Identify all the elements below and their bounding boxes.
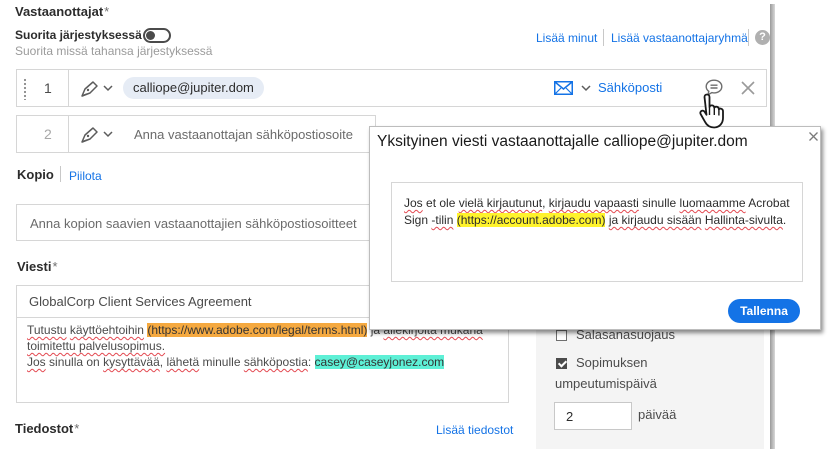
sequence-toggle[interactable]: [143, 28, 171, 43]
recipient-number: 2: [44, 126, 52, 142]
recipient-number: 1: [44, 80, 52, 96]
cc-email-input[interactable]: Anna kopion saavien vastaanottajien sähk…: [16, 204, 376, 241]
save-button[interactable]: Tallenna: [728, 299, 800, 323]
private-message-text: Jos et ole vielä kirjautunut, kirjaudu v…: [404, 196, 790, 227]
recipient-row-1: 1 calliope@jupiter.dom Sähköposti: [16, 69, 767, 107]
expiry-checkbox[interactable]: [556, 358, 567, 369]
email-envelope-icon[interactable]: [554, 81, 573, 95]
close-icon[interactable]: [808, 131, 819, 142]
recipient-row-2: 2 Anna vastaanottajan sähköpostiosoite: [16, 115, 376, 153]
options-panel: Salasanasuojaus Sopimuksen umpeutumispäi…: [536, 318, 764, 449]
agreement-name: GlobalCorp Client Services Agreement: [29, 294, 252, 309]
expiry-label-line2: umpeutumispäivä: [555, 376, 657, 391]
chevron-down-icon[interactable]: [581, 83, 591, 93]
cc-title: Kopio: [17, 167, 54, 182]
recipient-email-chip[interactable]: calliope@jupiter.dom: [123, 77, 264, 99]
divider: [603, 29, 604, 46]
private-message-textarea[interactable]: Jos et ole vielä kirjautunut, kirjaudu v…: [391, 182, 803, 282]
divider: [748, 29, 749, 46]
recipient-email-input[interactable]: Anna vastaanottajan sähköpostiosoite: [134, 127, 353, 142]
add-files-link[interactable]: Lisää tiedostot: [436, 423, 513, 437]
days-unit-label: päivää: [638, 407, 677, 422]
message-title: Viesti*: [17, 259, 58, 274]
add-recipient-group-link[interactable]: Lisää vastaanottajaryhmä: [611, 31, 748, 45]
sequence-label: Suorita järjestyksessä: [15, 28, 142, 42]
remove-recipient-icon[interactable]: [739, 79, 757, 97]
cc-placeholder: Anna kopion saavien vastaanottajien sähk…: [30, 216, 357, 231]
expiry-label: Sopimuksen: [576, 355, 648, 370]
files-title: Tiedostot*: [15, 421, 80, 436]
drag-handle-icon[interactable]: [24, 78, 26, 100]
help-icon[interactable]: ?: [755, 30, 770, 45]
cc-hide-link[interactable]: Piilota: [69, 169, 102, 183]
screenshot-stage: Vastaanottajat* Suorita järjestyksessä S…: [0, 0, 830, 449]
dialog-title: Yksityinen viesti vastaanottajalle calli…: [377, 133, 748, 150]
delivery-method-select[interactable]: Sähköposti: [598, 80, 662, 95]
password-checkbox[interactable]: [556, 330, 567, 341]
account-link-text: (https://account.adobe.com): [456, 213, 606, 227]
signer-pen-icon[interactable]: [79, 125, 101, 145]
expiry-days-input[interactable]: 2: [554, 402, 632, 430]
sequence-sublabel: Suorita missä tahansa järjestyksessä: [15, 44, 213, 58]
private-message-dialog: Yksityinen viesti vastaanottajalle calli…: [369, 126, 821, 330]
add-me-link[interactable]: Lisää minut: [536, 31, 597, 45]
divider: [60, 166, 61, 182]
contact-email-text: casey@caseyjonez.com: [314, 355, 445, 369]
chevron-down-icon[interactable]: [103, 83, 113, 93]
terms-link-text: (https://www.adobe.com/legal/terms.html): [147, 323, 368, 337]
divider: [68, 116, 69, 152]
signer-pen-icon[interactable]: [79, 79, 101, 99]
hand-pointer-cursor-icon: [699, 93, 724, 129]
chevron-down-icon[interactable]: [103, 129, 113, 139]
divider: [68, 70, 69, 106]
expiry-days-value: 2: [566, 409, 574, 424]
recipients-title: Vastaanottajat*: [15, 4, 110, 19]
